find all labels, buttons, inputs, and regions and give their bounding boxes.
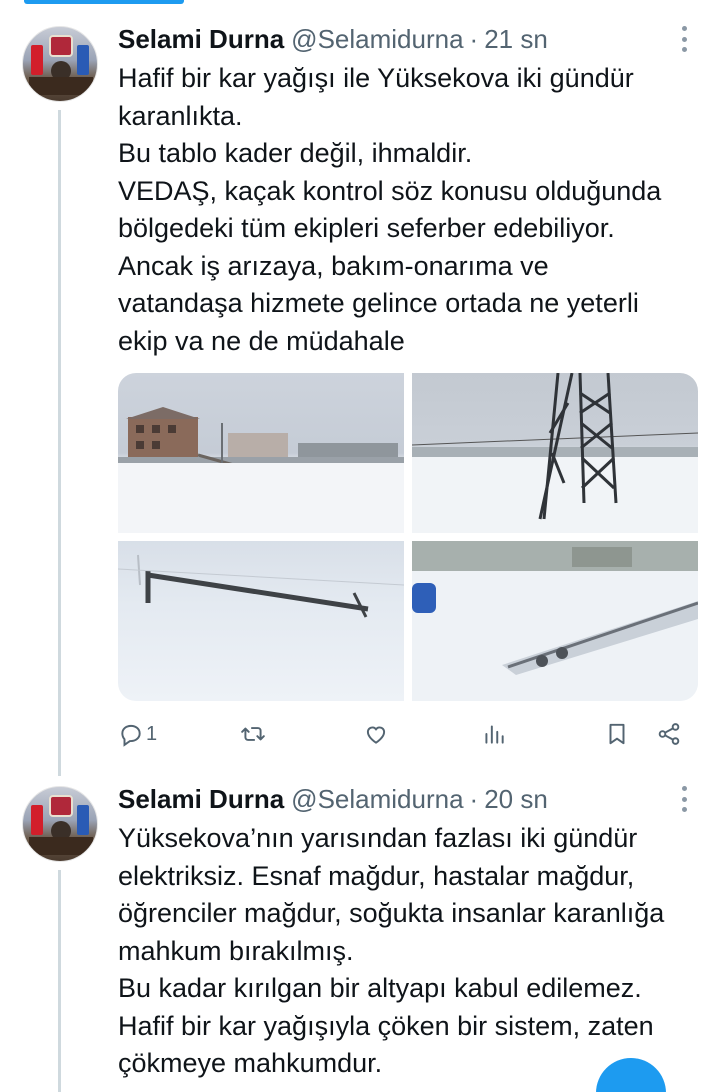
tweet-text-line: Bu kadar kırılgan bir altyapı kabul edil… bbox=[118, 973, 642, 1003]
tweet-text-line: Hafif bir kar yağışıyla çöken bir sistem… bbox=[118, 1010, 654, 1041]
like-button[interactable] bbox=[363, 717, 389, 751]
author-name[interactable]: Selami Durna bbox=[118, 20, 284, 58]
tweet-text-line: öğrenciler mağdur, soğukta insanlar kara… bbox=[118, 898, 665, 928]
reply-count: 1 bbox=[146, 722, 158, 745]
tweet-text-line: bölgedeki tüm ekipleri seferber edebiliy… bbox=[118, 213, 615, 243]
reply-button[interactable]: 1 bbox=[118, 717, 157, 751]
separator-dot: · bbox=[469, 24, 479, 54]
author-name[interactable]: Selami Durna bbox=[118, 780, 284, 818]
author-handle[interactable]: @Selamidurna bbox=[291, 20, 463, 58]
more-options-icon[interactable] bbox=[681, 26, 687, 52]
tweet-text-line: elektriksiz. Esnaf mağdur, hastalar mağd… bbox=[118, 860, 635, 891]
retweet-icon bbox=[241, 727, 265, 741]
tweet-header: Selami Durna @Selamidurna · 20 sn bbox=[118, 780, 703, 818]
views-button[interactable] bbox=[481, 717, 507, 751]
media-photo-buildings-snow[interactable] bbox=[118, 373, 404, 533]
media-photo-fallen-pole[interactable] bbox=[118, 541, 404, 701]
tweet-text-line: Bu tablo kader değil, ihmaldir. bbox=[118, 138, 473, 168]
avatar[interactable] bbox=[22, 786, 98, 862]
active-tab-indicator bbox=[24, 0, 184, 4]
more-options-icon[interactable] bbox=[681, 786, 687, 812]
tweet-text-line: VEDAŞ, kaçak kontrol söz konusu olduğund… bbox=[118, 175, 662, 206]
tweet-text-line: Ancak iş arızaya, bakım-onarıma ve bbox=[118, 250, 549, 281]
tweet-text-line: karanlıkta. bbox=[118, 100, 243, 131]
media-photo-downed-cable[interactable] bbox=[412, 541, 698, 701]
views-icon bbox=[485, 725, 504, 744]
separator-dot: · bbox=[469, 784, 479, 814]
heart-icon bbox=[366, 726, 386, 744]
tweet-header: Selami Durna @Selamidurna · 21 sn bbox=[118, 20, 703, 58]
tweet-text-line: Hafif bir kar yağışı ile Yüksekova iki g… bbox=[118, 63, 634, 93]
tweet-text: Yüksekova’nın yarısından fazlası iki gün… bbox=[118, 820, 703, 1083]
bookmark-button[interactable] bbox=[604, 717, 630, 751]
retweet-button[interactable] bbox=[240, 717, 266, 751]
author-handle[interactable]: @Selamidurna bbox=[291, 780, 463, 818]
tweet-text-line: vatandaşa hizmete gelince ortada ne yete… bbox=[118, 288, 639, 318]
share-icon bbox=[658, 723, 680, 745]
tweet-text-line: ekip va ne de müdahale bbox=[118, 325, 405, 356]
media-photo-pylon[interactable] bbox=[412, 373, 698, 533]
tweet-text-line: Yüksekova’nın yarısından fazlası iki gün… bbox=[118, 823, 638, 853]
tweet-text: Hafif bir kar yağışı ile Yüksekova iki g… bbox=[118, 60, 703, 360]
thread-connector-line bbox=[58, 110, 61, 776]
bookmark-icon bbox=[609, 723, 625, 745]
avatar[interactable] bbox=[22, 26, 98, 102]
share-button[interactable] bbox=[656, 717, 682, 751]
tweet-timestamp[interactable]: 20 sn bbox=[484, 780, 548, 818]
thread-connector-line bbox=[58, 870, 61, 1092]
tweet-timestamp[interactable]: 21 sn bbox=[484, 20, 548, 58]
reply-icon bbox=[121, 724, 141, 747]
media-grid bbox=[118, 373, 698, 701]
tweet-text-line: mahkum bırakılmış. bbox=[118, 935, 354, 966]
tweet-actions: 1 bbox=[118, 717, 703, 751]
